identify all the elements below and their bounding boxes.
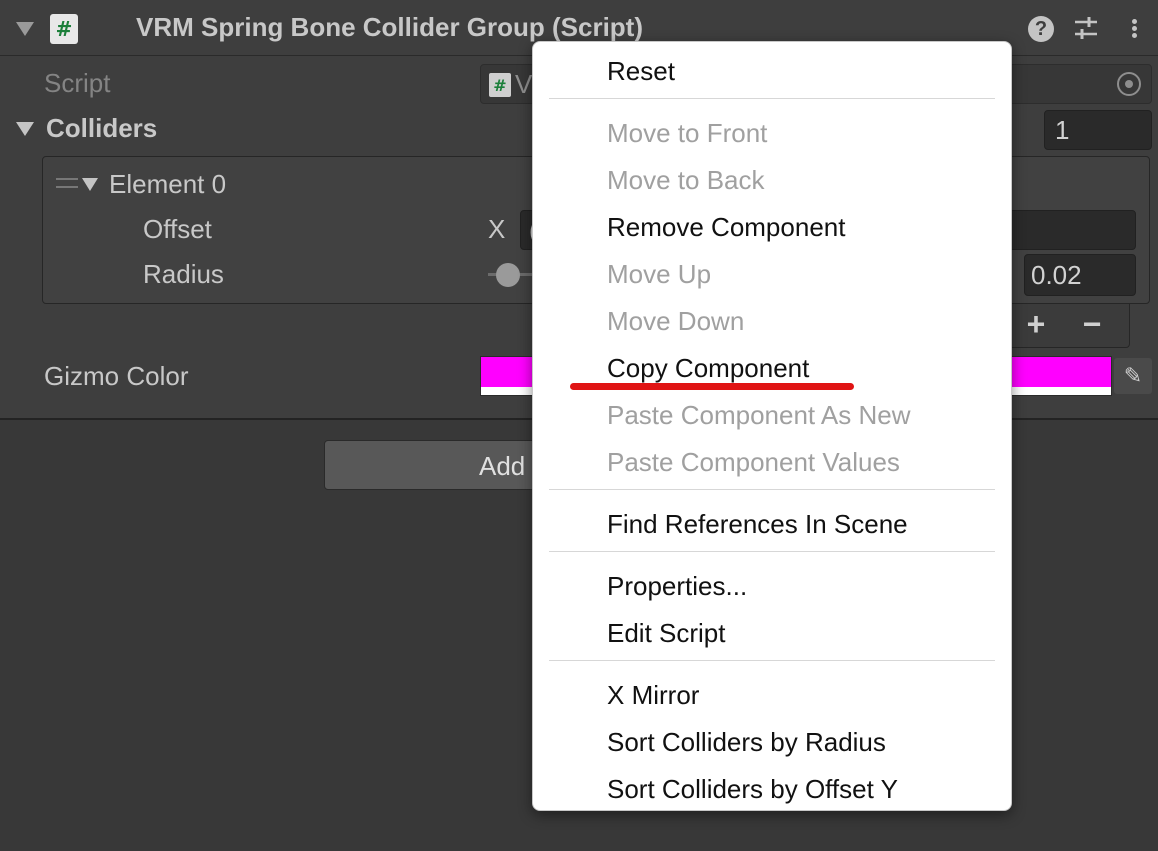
eyedropper-icon[interactable]: ✎ (1114, 358, 1152, 394)
script-file-icon: # (489, 73, 511, 97)
sliders-icon (1075, 17, 1097, 39)
menu-item-properties[interactable]: Properties... (607, 571, 747, 602)
offset-x-label[interactable]: X (488, 214, 505, 245)
colliders-size-field[interactable]: 1 (1044, 110, 1152, 150)
object-picker-icon[interactable] (1117, 72, 1141, 96)
menu-item-move-up: Move Up (607, 259, 712, 289)
script-icon-glyph: # (55, 17, 73, 41)
menu-item-move-to-front: Move to Front (607, 118, 768, 148)
menu-item-sort-colliders-by-offset-y[interactable]: Sort Colliders by Offset Y (607, 774, 898, 805)
context-menu: Reset Move to Front Move to Back Remove … (532, 41, 1012, 811)
menu-separator (549, 660, 995, 661)
element-foldout-arrow-icon[interactable] (82, 178, 98, 191)
radius-field[interactable]: 0.02 (1024, 254, 1136, 296)
gizmo-color-label: Gizmo Color (44, 361, 189, 391)
add-component-label: Add (479, 451, 526, 481)
menu-item-remove-component[interactable]: Remove Component (607, 212, 845, 243)
script-label: Script (44, 68, 111, 98)
help-icon[interactable]: ? (1028, 16, 1054, 42)
settings-kebab-icon[interactable] (1120, 14, 1148, 42)
colliders-foldout-arrow-icon[interactable] (16, 122, 34, 136)
menu-separator (549, 551, 995, 552)
script-field-value: V (515, 69, 533, 99)
copy-component-highlight-underline (570, 383, 854, 390)
menu-item-copy-component[interactable]: Copy Component (607, 353, 809, 384)
script-icon: # (50, 14, 78, 44)
radius-slider-thumb[interactable] (496, 263, 520, 287)
menu-item-reset[interactable]: Reset (607, 56, 675, 87)
colliders-label[interactable]: Colliders (46, 113, 157, 144)
component-title: VRM Spring Bone Collider Group (Script) (136, 12, 643, 42)
menu-item-move-down: Move Down (607, 306, 745, 336)
menu-item-paste-component-values: Paste Component Values (607, 447, 900, 477)
help-icon-glyph: ? (1034, 17, 1048, 40)
menu-item-sort-colliders-by-radius[interactable]: Sort Colliders by Radius (607, 727, 886, 758)
menu-item-edit-script[interactable]: Edit Script (607, 618, 726, 649)
offset-label: Offset (143, 214, 212, 244)
menu-separator (549, 98, 995, 99)
drag-handle-icon[interactable] (56, 178, 78, 188)
remove-element-button[interactable]: − (1072, 304, 1112, 344)
component-foldout-arrow-icon[interactable] (16, 22, 34, 36)
menu-item-find-references[interactable]: Find References In Scene (607, 509, 908, 540)
radius-label: Radius (143, 259, 224, 289)
menu-separator (549, 489, 995, 490)
presets-icon[interactable] (1072, 14, 1100, 42)
element-label[interactable]: Element 0 (109, 169, 226, 200)
add-element-button[interactable]: + (1016, 304, 1056, 344)
menu-item-paste-component-as-new: Paste Component As New (607, 400, 911, 430)
menu-item-x-mirror[interactable]: X Mirror (607, 680, 699, 711)
menu-item-move-to-back: Move to Back (607, 165, 765, 195)
